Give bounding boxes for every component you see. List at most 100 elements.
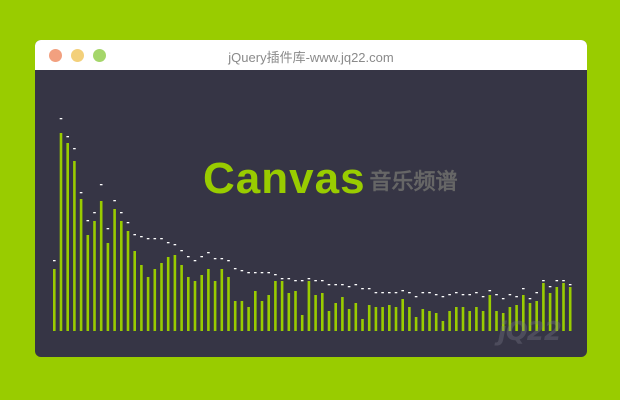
spectrum-peak-cap xyxy=(66,136,69,138)
spectrum-peak-cap xyxy=(254,272,257,274)
spectrum-bar xyxy=(408,307,411,331)
spectrum-bar xyxy=(126,231,130,331)
spectrum-bar xyxy=(374,307,378,331)
spectrum-bar xyxy=(106,243,110,331)
spectrum-peak-cap xyxy=(247,272,250,274)
spectrum-bar xyxy=(267,295,270,331)
spectrum-peak-cap xyxy=(354,284,358,286)
site-watermark-logo: jQ22 xyxy=(497,317,562,347)
spectrum-peak-cap xyxy=(93,212,96,214)
spectrum-peak-cap xyxy=(153,238,157,240)
spectrum-bar xyxy=(488,295,492,331)
spectrum-bar xyxy=(93,221,96,331)
spectrum-peak-cap xyxy=(522,288,525,290)
spectrum-bar xyxy=(300,315,304,331)
spectrum-bar xyxy=(562,283,565,331)
spectrum-peak-cap xyxy=(120,212,123,214)
spectrum-peak-cap xyxy=(193,260,197,262)
spectrum-peak-cap xyxy=(79,192,83,194)
spectrum-peak-cap xyxy=(434,294,438,296)
spectrum-peak-cap xyxy=(508,294,512,296)
spectrum-bar xyxy=(180,265,183,331)
spectrum-bar xyxy=(448,311,451,331)
spectrum-peak-cap xyxy=(327,284,331,286)
spectrum-bar xyxy=(140,265,143,331)
spectrum-peak-cap xyxy=(528,298,532,300)
spectrum-peak-cap xyxy=(388,292,391,294)
spectrum-bar xyxy=(461,307,465,331)
spectrum-peak-cap xyxy=(300,280,304,282)
spectrum-bar xyxy=(254,291,257,331)
spectrum-bar xyxy=(434,313,438,331)
spectrum-peak-cap xyxy=(414,296,418,298)
spectrum-bar xyxy=(260,301,264,331)
spectrum-peak-cap xyxy=(187,256,190,258)
spectrum-peak-cap xyxy=(146,238,150,240)
spectrum-bar xyxy=(207,269,210,331)
spectrum-bar xyxy=(361,319,364,331)
spectrum-bar xyxy=(481,311,485,331)
spectrum-peak-cap xyxy=(173,244,177,246)
spectrum-peak-cap xyxy=(314,280,317,282)
spectrum-peak-cap xyxy=(555,280,559,282)
spectrum-bar xyxy=(421,309,425,331)
spectrum-peak-cap xyxy=(421,292,425,294)
spectrum-bar xyxy=(240,301,244,331)
spectrum-bar xyxy=(153,269,157,331)
spectrum-peak-cap xyxy=(408,292,411,294)
spectrum-bar xyxy=(173,255,177,331)
spectrum-bar xyxy=(79,199,83,331)
spectrum-peak-cap xyxy=(99,184,103,186)
spectrum-peak-cap xyxy=(488,290,492,292)
heading-canvas-text: Canvas xyxy=(203,154,366,203)
spectrum-bar xyxy=(287,293,291,331)
spectrum-bar xyxy=(307,281,311,331)
spectrum-bar xyxy=(133,251,136,331)
spectrum-bar xyxy=(334,303,337,331)
spectrum-peak-cap xyxy=(455,292,458,294)
spectrum-peak-cap xyxy=(280,278,284,280)
page-heading: Canvas 音乐频谱 xyxy=(203,154,458,204)
spectrum-bar xyxy=(233,301,237,331)
spectrum-bar xyxy=(146,277,150,331)
spectrum-bar xyxy=(280,281,284,331)
window-title: jQuery插件库-www.jq22.com xyxy=(228,50,394,65)
spectrum-peak-cap xyxy=(535,292,538,294)
spectrum-peak-cap xyxy=(334,284,337,286)
spectrum-bar xyxy=(160,263,163,331)
spectrum-bar xyxy=(213,281,217,331)
spectrum-peak-cap xyxy=(381,292,384,294)
spectrum-peak-cap xyxy=(160,238,163,240)
spectrum-peak-cap xyxy=(200,256,203,258)
spectrum-bar xyxy=(468,311,471,331)
spectrum-peak-cap xyxy=(367,288,371,290)
spectrum-peak-cap xyxy=(53,260,56,262)
spectrum-bar xyxy=(414,317,418,331)
spectrum-peak-cap xyxy=(548,286,552,288)
spectrum-peak-cap xyxy=(347,286,351,288)
window-titlebar: jQuery插件库-www.jq22.com xyxy=(35,40,587,70)
spectrum-peak-cap xyxy=(374,292,378,294)
spectrum-peak-cap xyxy=(240,270,244,272)
spectrum-peak-cap xyxy=(361,288,364,290)
spectrum-bar xyxy=(354,303,358,331)
spectrum-peak-cap xyxy=(140,236,143,238)
spectrum-peak-cap xyxy=(113,200,116,202)
spectrum-bar xyxy=(321,293,324,331)
spectrum-peak-cap xyxy=(495,294,498,296)
spectrum-stage: Canvas 音乐频谱 jQ22 xyxy=(35,70,587,357)
spectrum-peak-cap xyxy=(227,260,230,262)
spectrum-bar xyxy=(99,201,103,331)
spectrum-peak-cap xyxy=(321,280,324,282)
spectrum-peak-cap xyxy=(126,222,130,224)
spectrum-peak-cap xyxy=(73,148,76,150)
spectrum-bar xyxy=(367,305,371,331)
spectrum-peak-cap xyxy=(341,284,344,286)
spectrum-bar xyxy=(166,257,170,331)
spectrum-peak-cap xyxy=(448,294,451,296)
spectrum-peak-cap xyxy=(515,296,518,298)
spectrum-bar xyxy=(428,311,431,331)
spectrum-bar xyxy=(475,307,478,331)
spectrum-bar xyxy=(294,291,297,331)
spectrum-bar xyxy=(401,299,404,331)
